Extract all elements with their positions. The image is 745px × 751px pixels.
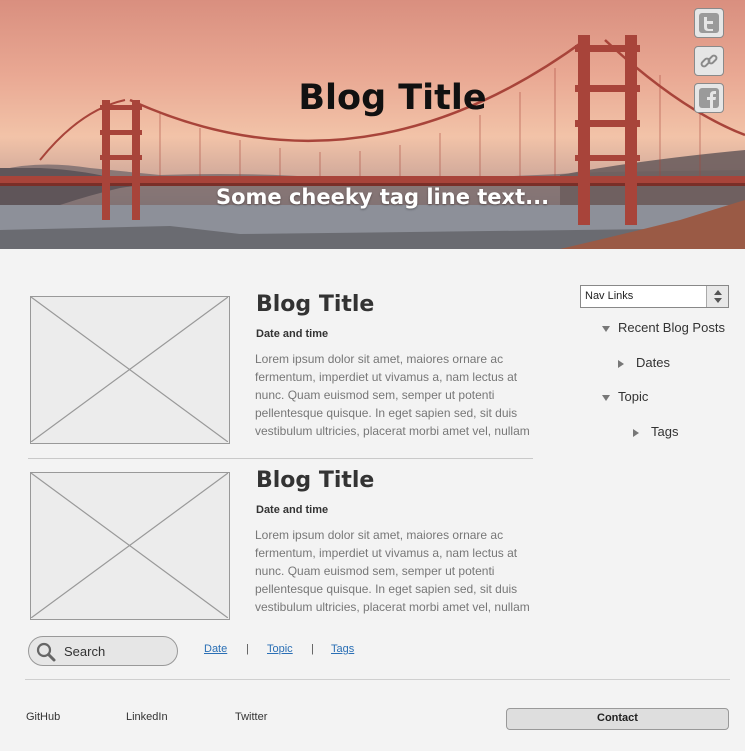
- footer-divider: [25, 679, 730, 680]
- post-date: Date and time: [256, 328, 329, 340]
- post-title[interactable]: Blog Title: [256, 292, 374, 317]
- twitter-icon: [699, 13, 719, 33]
- filter-link-topic[interactable]: Topic: [267, 643, 293, 655]
- collapse-right-icon: [633, 428, 639, 437]
- twitter-button[interactable]: [694, 8, 724, 38]
- expand-down-icon: [602, 325, 610, 332]
- footer-link-twitter[interactable]: Twitter: [235, 711, 267, 723]
- image-placeholder: [30, 296, 230, 444]
- search-icon: [36, 642, 56, 662]
- link-icon: [700, 54, 718, 68]
- hero-banner: Blog Title Some cheeky tag line text...: [0, 0, 745, 249]
- post-divider: [28, 458, 533, 459]
- blog-post[interactable]: Blog Title Date and time Lorem ipsum dol…: [30, 468, 535, 620]
- filter-link-date[interactable]: Date: [204, 643, 227, 655]
- contact-button[interactable]: Contact: [506, 708, 729, 730]
- post-excerpt: Lorem ipsum dolor sit amet, maiores orna…: [255, 352, 530, 438]
- golden-gate-bridge-image: [0, 35, 745, 249]
- separator: |: [246, 643, 249, 655]
- spinner-arrows-icon[interactable]: [706, 286, 728, 307]
- blog-post[interactable]: Blog Title Date and time Lorem ipsum dol…: [30, 292, 535, 444]
- hero-tagline: Some cheeky tag line text...: [215, 185, 550, 209]
- tree-item-tags[interactable]: Tags: [633, 424, 678, 439]
- expand-down-icon: [602, 394, 610, 401]
- post-title[interactable]: Blog Title: [256, 468, 374, 493]
- facebook-button[interactable]: [694, 83, 724, 113]
- collapse-right-icon: [618, 359, 624, 368]
- search-input[interactable]: Search: [28, 636, 178, 666]
- separator: |: [311, 643, 314, 655]
- tree-item-recent-blog-posts[interactable]: Recent Blog Posts: [602, 320, 725, 335]
- footer-link-linkedin[interactable]: LinkedIn: [126, 711, 168, 723]
- hero-title: Blog Title: [298, 78, 487, 118]
- nav-links-select[interactable]: Nav Links: [580, 285, 729, 308]
- footer-link-github[interactable]: GitHub: [26, 711, 60, 723]
- tree-item-dates[interactable]: Dates: [618, 355, 670, 370]
- search-label: Search: [64, 644, 106, 659]
- link-button[interactable]: [694, 46, 724, 76]
- post-date: Date and time: [256, 504, 329, 516]
- image-placeholder: [30, 472, 230, 620]
- post-excerpt: Lorem ipsum dolor sit amet, maiores orna…: [255, 528, 530, 614]
- filter-link-tags[interactable]: Tags: [331, 643, 354, 655]
- facebook-icon: [699, 88, 719, 108]
- tree-item-topic[interactable]: Topic: [602, 389, 648, 404]
- nav-links-select-value: Nav Links: [585, 290, 634, 302]
